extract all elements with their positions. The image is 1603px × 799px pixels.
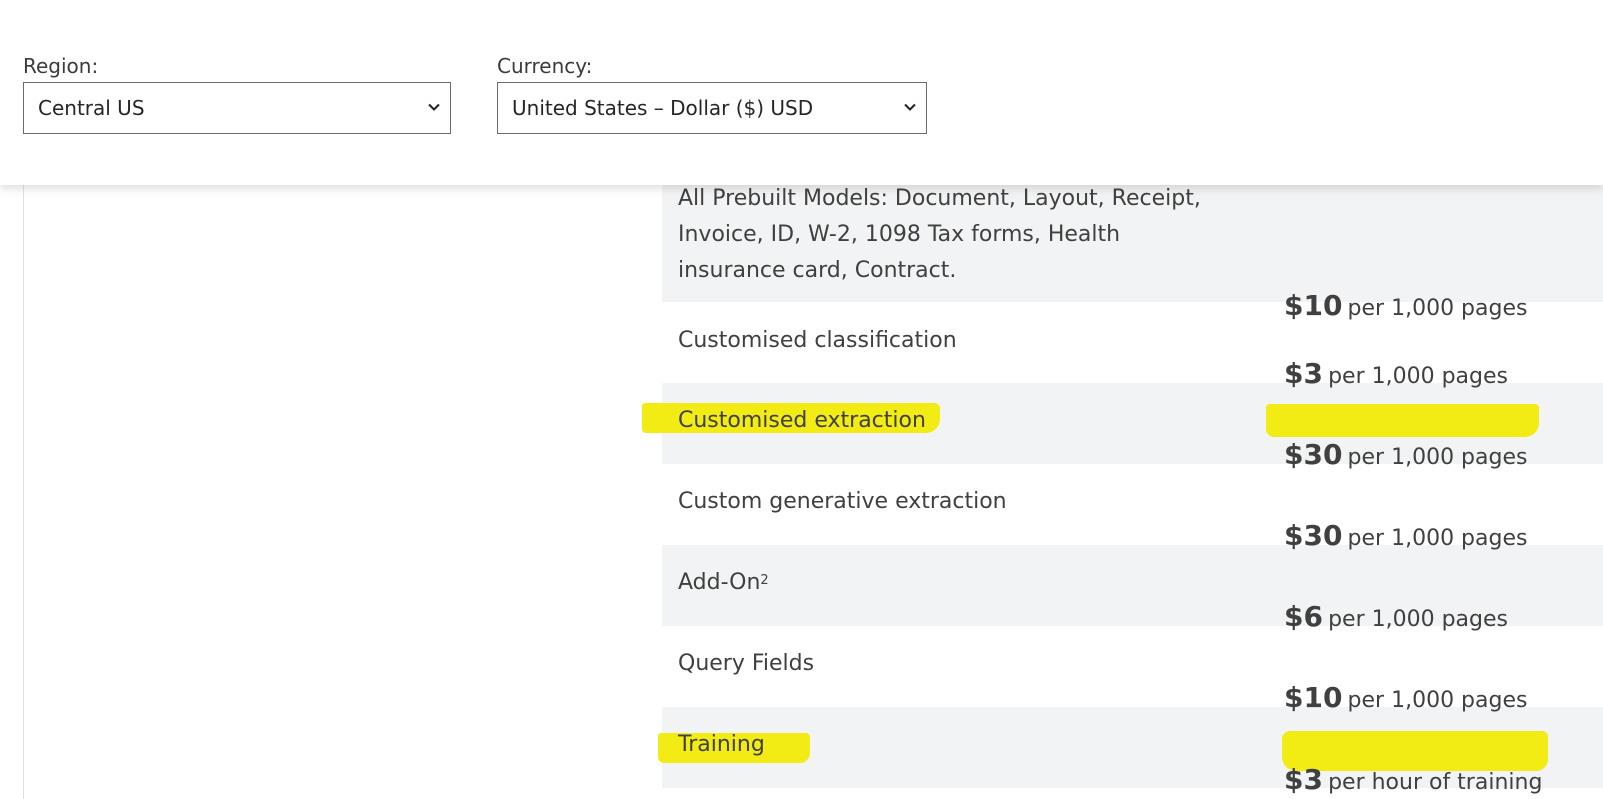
row-price: $30 per 1,000 pages	[1284, 438, 1603, 471]
pricing-table-area: All Prebuilt Models: Document, Layout, R…	[0, 175, 1603, 799]
price-amount: $10	[1284, 289, 1343, 322]
price-amount: $30	[1284, 519, 1343, 552]
pricing-row-training: Training $3 per hour of training	[658, 707, 1603, 796]
chevron-down-icon	[428, 103, 440, 111]
row-price: $10 per 1,000 pages	[1284, 681, 1603, 714]
region-label: Region:	[23, 54, 99, 78]
pricing-row-query-fields: Query Fields $10 per 1,000 pages	[662, 626, 1603, 714]
price-unit: per 1,000 pages	[1328, 607, 1508, 632]
row-model-name: Query Fields	[678, 651, 815, 676]
price-unit: per 1,000 pages	[1347, 688, 1528, 713]
chevron-down-icon	[904, 103, 916, 111]
row-model-name: Customised extraction	[678, 408, 926, 433]
add-on-label: Add-On	[678, 570, 761, 595]
pricing-row-add-on: Add-On2 $6 per 1,000 pages	[662, 545, 1603, 633]
price-amount: $6	[1284, 600, 1323, 633]
price-unit: per 1,000 pages	[1347, 296, 1528, 321]
price-amount: $3	[1284, 357, 1323, 390]
row-model-name: Custom generative extraction	[678, 489, 1007, 514]
row-model-name: Customised classification	[678, 328, 957, 353]
pricing-row-custom-generative: Custom generative extraction $30 per 1,0…	[662, 464, 1603, 552]
row-model-name: All Prebuilt Models: Document, Layout, R…	[678, 186, 1201, 283]
currency-label: Currency:	[497, 54, 593, 78]
region-select-value: Central US	[38, 96, 145, 120]
footnote-marker: 2	[760, 573, 769, 588]
column-divider	[23, 185, 24, 799]
row-price: $10 per 1,000 pages	[1284, 289, 1603, 322]
price-amount: $3	[1284, 763, 1323, 796]
pricing-row-custom-extraction: Customised extraction $30 per 1,000 page…	[642, 383, 1603, 471]
pricing-filter-bar: Region: Central US Currency: United Stat…	[0, 0, 1603, 185]
currency-select-value: United States – Dollar ($) USD	[512, 96, 814, 120]
row-price: $3 per hour of training	[1284, 763, 1603, 796]
price-amount: $10	[1284, 681, 1343, 714]
row-price: $3 per 1,000 pages	[1284, 357, 1603, 390]
region-select[interactable]: Central US	[23, 82, 451, 134]
price-unit: per 1,000 pages	[1328, 364, 1508, 389]
pricing-row-prebuilt: All Prebuilt Models: Document, Layout, R…	[662, 175, 1603, 322]
row-price: $6 per 1,000 pages	[1284, 600, 1603, 633]
price-unit: per 1,000 pages	[1347, 445, 1528, 470]
price-unit: per 1,000 pages	[1347, 526, 1528, 551]
currency-select[interactable]: United States – Dollar ($) USD	[497, 82, 927, 134]
row-price: $30 per 1,000 pages	[1284, 519, 1603, 552]
row-model-name: Add-On2	[678, 565, 1218, 601]
highlight-mark	[1266, 404, 1539, 437]
price-amount: $30	[1284, 438, 1343, 471]
price-unit: per hour of training	[1328, 770, 1543, 795]
row-model-name: Training	[678, 732, 765, 757]
